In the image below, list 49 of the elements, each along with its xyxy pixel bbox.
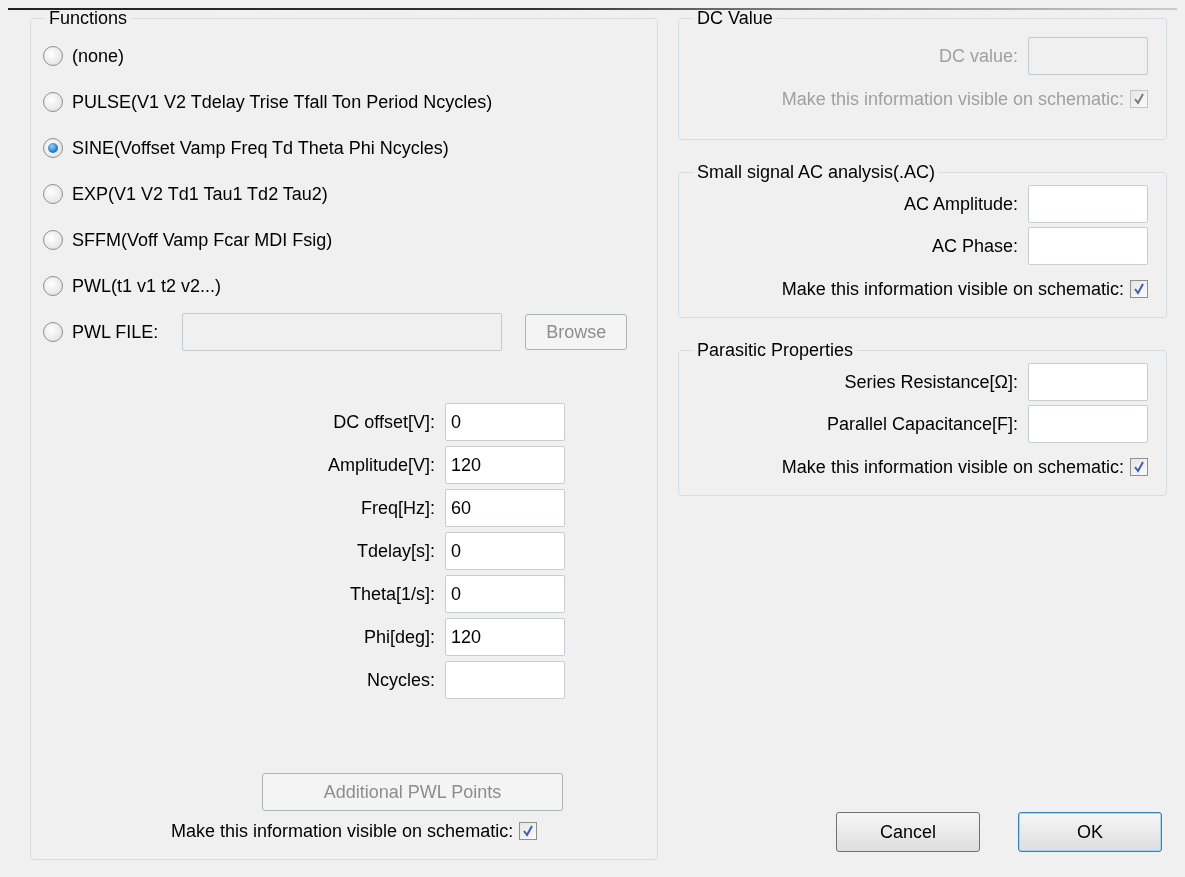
- checkbox[interactable]: [1130, 458, 1148, 476]
- group-title: Functions: [48, 8, 129, 29]
- field-label: Phi[deg]:: [362, 626, 435, 648]
- field-label: DC value:: [938, 45, 1018, 67]
- radio-label: (none): [72, 45, 125, 67]
- group-title: DC Value: [696, 8, 774, 29]
- field-label: AC Amplitude:: [903, 193, 1018, 215]
- field-label: Freq[Hz]:: [360, 497, 435, 519]
- radio-button[interactable]: [43, 230, 63, 250]
- input-field[interactable]: [445, 661, 565, 699]
- field-label: Theta[1/s]:: [348, 583, 435, 605]
- radio-button[interactable]: [43, 276, 63, 296]
- input-field[interactable]: [1028, 363, 1148, 401]
- checkbox-label: Make this information visible on schematic:: [171, 820, 514, 842]
- radio-label: SFFM(Voff Vamp Fcar MDI Fsig): [72, 229, 333, 251]
- checkbox[interactable]: [519, 822, 538, 840]
- input-field[interactable]: [1028, 185, 1148, 223]
- input-field[interactable]: [1028, 227, 1148, 265]
- input-field[interactable]: [1028, 405, 1148, 443]
- radio-button[interactable]: [43, 46, 63, 66]
- radio-button[interactable]: [43, 184, 63, 204]
- radio-button[interactable]: [43, 92, 63, 112]
- field-label: Amplitude[V]:: [326, 454, 435, 476]
- field-label: Tdelay[s]:: [355, 540, 435, 562]
- field-label: AC Phase:: [931, 235, 1018, 257]
- checkbox-label: Make this information visible on schematic:: [781, 88, 1124, 110]
- group-title: Parasitic Properties: [696, 340, 855, 361]
- input-field[interactable]: 120: [445, 446, 565, 484]
- checkbox-label: Make this information visible on schematic:: [781, 456, 1124, 478]
- ok-button[interactable]: OK: [1018, 812, 1162, 852]
- radio-label: PULSE(V1 V2 Tdelay Trise Tfall Ton Period Ncycles): [72, 91, 493, 113]
- radio-label: EXP(V1 V2 Td1 Tau1 Td2 Tau2): [72, 183, 328, 205]
- checkbox-label: Make this information visible on schematic:: [781, 278, 1124, 300]
- field-label: Parallel Capacitance[F]:: [826, 413, 1018, 435]
- checkbox[interactable]: [1130, 280, 1148, 298]
- radio-label: SINE(Voffset Vamp Freq Td Theta Phi Ncycles): [72, 137, 449, 159]
- input-field[interactable]: 120: [445, 618, 565, 656]
- field-label: Series Resistance[Ω]:: [844, 371, 1018, 393]
- input-field[interactable]: 0: [445, 575, 565, 613]
- group-title: Small signal AC analysis(.AC): [696, 162, 937, 183]
- input-field[interactable]: 60: [445, 489, 565, 527]
- radio-label: PWL(t1 v1 t2 v2...): [72, 275, 222, 297]
- radio-button[interactable]: [43, 138, 63, 158]
- input-field[interactable]: 0: [445, 532, 565, 570]
- field-label: DC offset[V]:: [332, 411, 435, 433]
- input-field[interactable]: 0: [445, 403, 565, 441]
- cancel-button[interactable]: Cancel: [836, 812, 980, 852]
- field-label: Ncycles:: [366, 669, 435, 691]
- radio-label: PWL FILE:: [72, 321, 159, 343]
